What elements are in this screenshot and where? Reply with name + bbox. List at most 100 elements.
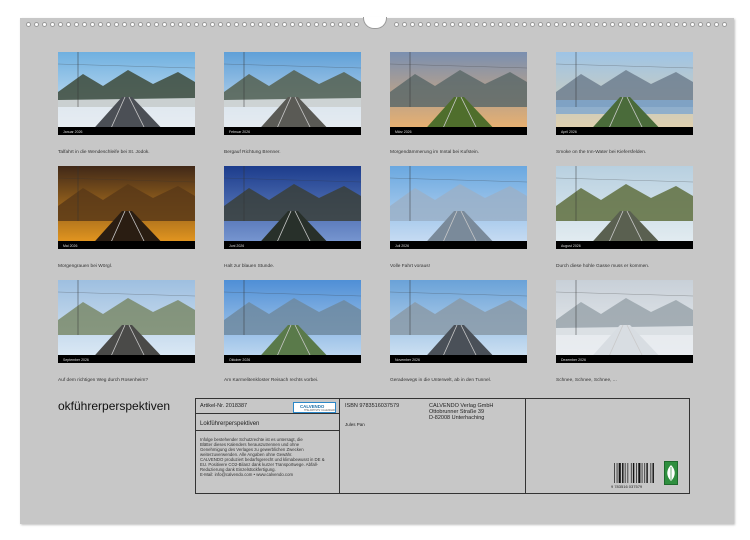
month-photo-thumbnail: Oktober 2026 bbox=[224, 280, 361, 363]
binding-hole bbox=[562, 22, 567, 27]
photo-caption: Talfahrt in die Wendeschleife bei St. Jo… bbox=[58, 150, 150, 155]
binding-hole bbox=[26, 22, 31, 27]
binding-hole bbox=[410, 22, 415, 27]
binding-hole bbox=[266, 22, 271, 27]
binding-hole bbox=[346, 22, 351, 27]
photo-caption: Volle Fahrt voraus! bbox=[390, 264, 430, 269]
month-photo-thumbnail: Dezember 2026 bbox=[556, 280, 693, 363]
binding-hole bbox=[66, 22, 71, 27]
binding-hole bbox=[314, 22, 319, 27]
binding-hole bbox=[138, 22, 143, 27]
binding-hole bbox=[498, 22, 503, 27]
author: Jules Pan bbox=[345, 422, 365, 427]
eco-leaf-icon bbox=[664, 461, 678, 485]
binding-hole bbox=[258, 22, 263, 27]
binding-hole bbox=[674, 22, 679, 27]
binding-hole bbox=[546, 22, 551, 27]
binding-hole bbox=[82, 22, 87, 27]
binding-hole bbox=[242, 22, 247, 27]
binding-hole bbox=[90, 22, 95, 27]
binding-hole bbox=[466, 22, 471, 27]
month-label: Februar 2026 bbox=[229, 130, 251, 134]
binding-hole bbox=[338, 22, 343, 27]
photo-caption: Geradewegs in die Unterwelt, ab in den T… bbox=[390, 378, 492, 383]
binding-hole bbox=[106, 22, 111, 27]
month-label: Januar 2026 bbox=[63, 130, 83, 134]
binding-hole bbox=[354, 22, 359, 27]
binding-hole bbox=[586, 22, 591, 27]
binding-hole bbox=[194, 22, 199, 27]
photo-caption: Durch diese hohle Gasse muss er kommen. bbox=[556, 264, 650, 269]
binding-hole bbox=[114, 22, 119, 27]
binding-hole bbox=[594, 22, 599, 27]
month-label: August 2026 bbox=[561, 244, 581, 248]
photo-caption: Halt zur blauen Stunde. bbox=[224, 264, 275, 269]
binding-hole bbox=[482, 22, 487, 27]
calendar-title: okführerperspektiven bbox=[58, 399, 171, 413]
binding-hole bbox=[474, 22, 479, 27]
binding-hole bbox=[490, 22, 495, 27]
binding-hole bbox=[442, 22, 447, 27]
binding-hole bbox=[418, 22, 423, 27]
article-number: Artikel-Nr. 2018387 bbox=[200, 403, 248, 409]
binding-hole bbox=[274, 22, 279, 27]
binding-hole bbox=[650, 22, 655, 27]
binding-hole bbox=[226, 22, 231, 27]
month-photo-thumbnail: April 2026 bbox=[556, 52, 693, 135]
photo-caption: Schnee, Schnee, Schnee, ... bbox=[556, 378, 617, 383]
month-label: Oktober 2026 bbox=[229, 358, 251, 362]
month-photo-thumbnail: September 2026 bbox=[58, 280, 195, 363]
binding-hole bbox=[322, 22, 327, 27]
binding-hole bbox=[122, 22, 127, 27]
binding-hole bbox=[298, 22, 303, 27]
photo-caption: Morgendämmerung im Inntal bei Kufstein. bbox=[390, 150, 480, 155]
month-label: April 2026 bbox=[561, 130, 577, 134]
month-label: Mai 2026 bbox=[63, 244, 78, 248]
photo-caption: Bergauf Richtung Brenner. bbox=[224, 150, 281, 155]
binding-hole bbox=[306, 22, 311, 27]
binding-hole bbox=[98, 22, 103, 27]
binding-hole bbox=[658, 22, 663, 27]
binding-hole bbox=[690, 22, 695, 27]
binding-hole bbox=[618, 22, 623, 27]
binding-hole bbox=[610, 22, 615, 27]
month-label: September 2026 bbox=[63, 358, 89, 362]
binding-hole bbox=[522, 22, 527, 27]
binding-hole bbox=[290, 22, 295, 27]
binding-hole bbox=[530, 22, 535, 27]
binding-hole bbox=[666, 22, 671, 27]
binding-hole bbox=[154, 22, 159, 27]
binding-hole bbox=[178, 22, 183, 27]
binding-hole bbox=[578, 22, 583, 27]
binding-hole bbox=[42, 22, 47, 27]
month-label: Juli 2026 bbox=[395, 244, 410, 248]
disclaimer-line: E-Mail: info@calvendo.com • www.calvendo… bbox=[200, 472, 294, 477]
publisher-line-3: D-82008 Unterhaching bbox=[429, 415, 485, 421]
binding-hole bbox=[458, 22, 463, 27]
month-label: Dezember 2026 bbox=[561, 358, 586, 362]
binding-hole bbox=[642, 22, 647, 27]
binding-hole bbox=[146, 22, 151, 27]
binding-hole bbox=[602, 22, 607, 27]
binding-hole bbox=[202, 22, 207, 27]
binding-hole bbox=[394, 22, 399, 27]
month-photo-thumbnail: Juni 2026 bbox=[224, 166, 361, 249]
photo-caption: Auf dem richtigen Weg durch Rosenheim? bbox=[58, 378, 149, 383]
binding-hole bbox=[514, 22, 519, 27]
binding-hole bbox=[426, 22, 431, 27]
photo-caption: Morgengrauen bei Wörgl. bbox=[58, 264, 113, 269]
binding-hole bbox=[330, 22, 335, 27]
month-label: November 2026 bbox=[395, 358, 420, 362]
calvendo-logo: CALVENDO THE ARTISTS' CALENDAR bbox=[293, 402, 336, 413]
binding-hole bbox=[210, 22, 215, 27]
month-photo-thumbnail: Juli 2026 bbox=[390, 166, 527, 249]
binding-hole bbox=[698, 22, 703, 27]
month-label: März 2026 bbox=[395, 130, 412, 134]
binding-hole bbox=[170, 22, 175, 27]
binding-hole bbox=[554, 22, 559, 27]
binding-hole bbox=[706, 22, 711, 27]
binding-hole bbox=[74, 22, 79, 27]
binding-hole bbox=[234, 22, 239, 27]
binding-hole bbox=[570, 22, 575, 27]
binding-hole bbox=[506, 22, 511, 27]
